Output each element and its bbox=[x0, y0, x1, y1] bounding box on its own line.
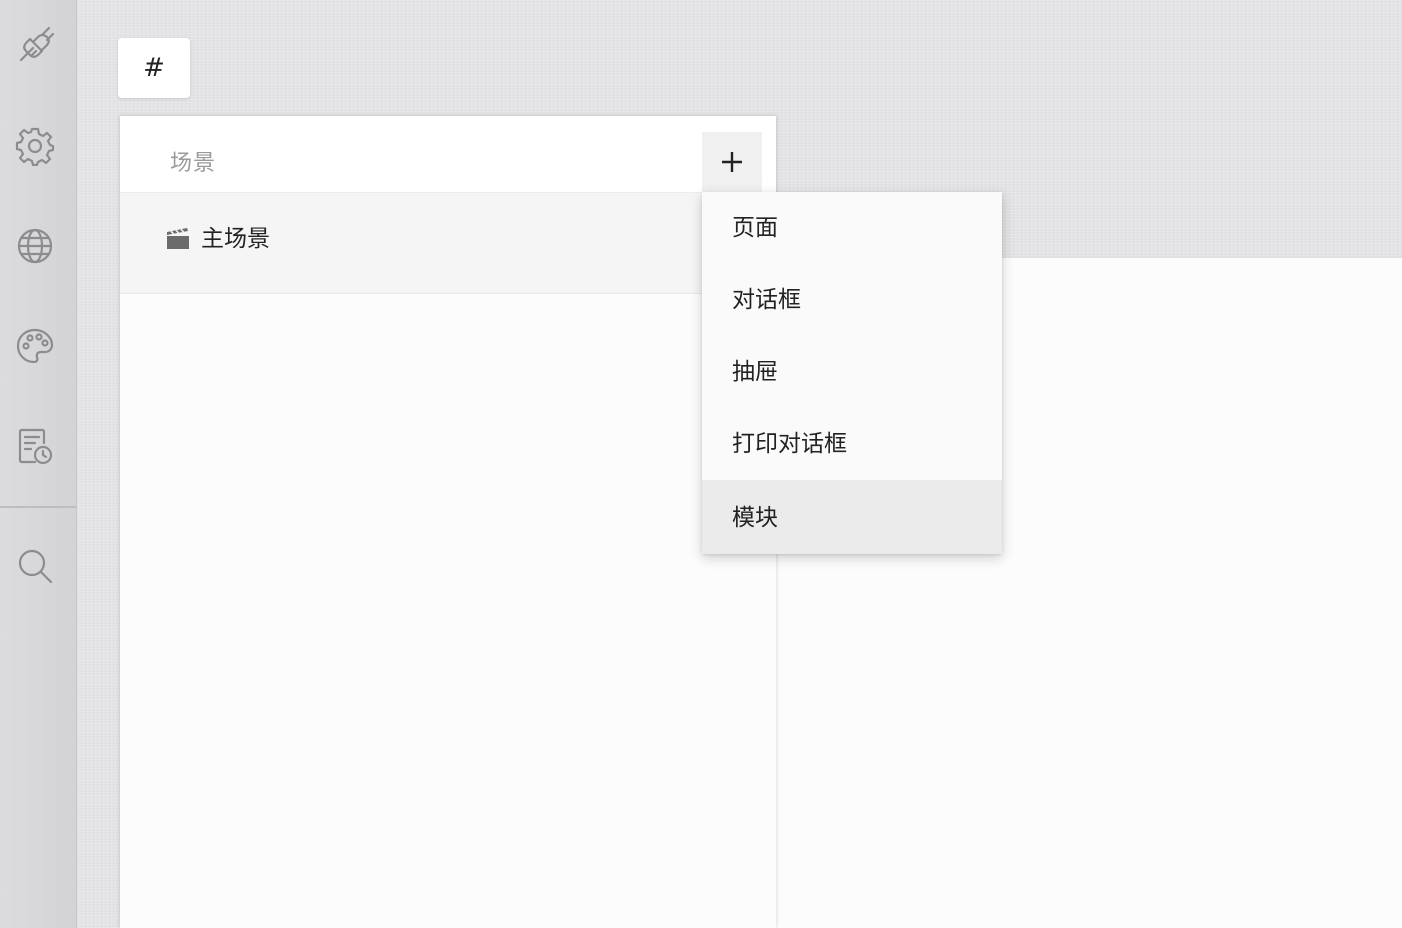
menu-item-label: 对话框 bbox=[732, 287, 801, 313]
palette-icon-graphic bbox=[16, 328, 54, 364]
globe-icon-graphic bbox=[17, 228, 53, 264]
plugin-icon-graphic bbox=[19, 26, 55, 62]
scene-item-label: 主场景 bbox=[201, 226, 270, 252]
add-dropdown-menu: 页面 对话框 抽屉 打印对话框 模块 bbox=[702, 192, 1002, 554]
plus-icon bbox=[722, 152, 742, 172]
menu-item-page[interactable]: 页面 bbox=[702, 192, 1002, 264]
history-icon[interactable] bbox=[14, 425, 56, 467]
menu-item-label: 打印对话框 bbox=[732, 431, 847, 457]
gear-icon[interactable] bbox=[14, 125, 56, 167]
menu-item-print-dialog[interactable]: 打印对话框 bbox=[702, 408, 1002, 480]
search-icon-graphic bbox=[18, 549, 53, 584]
menu-item-module[interactable]: 模块 bbox=[702, 480, 1002, 554]
palette-icon[interactable] bbox=[14, 325, 56, 367]
search-icon[interactable] bbox=[14, 545, 56, 587]
history-icon-graphic bbox=[18, 428, 53, 465]
menu-item-label: 抽屉 bbox=[732, 359, 778, 385]
menu-item-label: 页面 bbox=[732, 215, 778, 241]
menu-item-dialog[interactable]: 对话框 bbox=[702, 264, 1002, 336]
scene-item-main[interactable]: 主场景 bbox=[120, 193, 776, 294]
sidebar-rail bbox=[0, 0, 77, 928]
sidebar-divider bbox=[0, 506, 76, 508]
scene-panel: 场景 主场景 bbox=[120, 116, 776, 928]
menu-item-label: 模块 bbox=[732, 505, 778, 531]
scene-panel-title: 场景 bbox=[170, 151, 217, 176]
plugin-icon[interactable] bbox=[14, 25, 56, 67]
gear-icon-graphic bbox=[15, 127, 55, 166]
globe-icon[interactable] bbox=[14, 225, 56, 267]
hash-tab[interactable]: # bbox=[118, 38, 190, 98]
scene-panel-header: 场景 bbox=[120, 116, 776, 193]
add-scene-button[interactable] bbox=[702, 132, 762, 192]
menu-item-drawer[interactable]: 抽屉 bbox=[702, 336, 1002, 408]
clapperboard-icon bbox=[167, 228, 189, 249]
